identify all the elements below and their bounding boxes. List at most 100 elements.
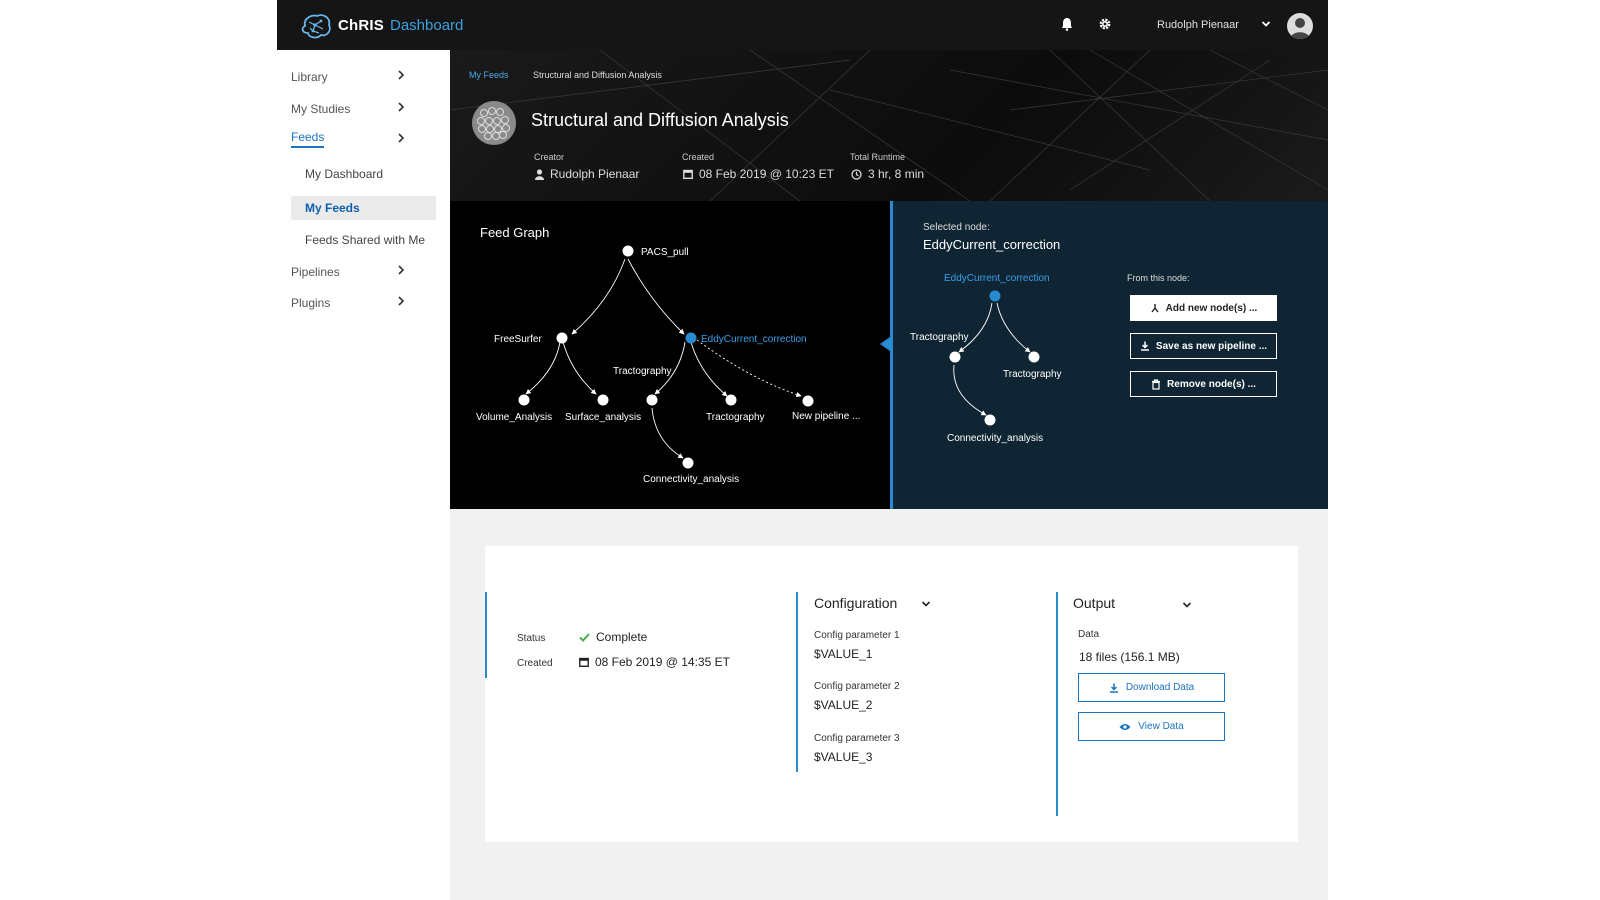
node-label: Volume_Analysis bbox=[476, 412, 552, 423]
chevron-down-icon[interactable] bbox=[1182, 601, 1192, 609]
download-data-button[interactable]: Download Data bbox=[1078, 673, 1225, 702]
clock-icon bbox=[851, 168, 862, 180]
subtree-label: Tractography bbox=[910, 332, 969, 343]
page-title: Structural and Diffusion Analysis bbox=[531, 110, 789, 130]
trash-icon bbox=[1152, 378, 1161, 390]
creator-label: Creator bbox=[534, 152, 565, 162]
add-node-button[interactable]: Add new node(s) ... bbox=[1130, 295, 1277, 321]
node-label: Connectivity_analysis bbox=[643, 474, 739, 485]
node-label: FreeSurfer bbox=[494, 334, 542, 345]
view-data-button[interactable]: View Data bbox=[1078, 712, 1225, 741]
chevron-down-icon[interactable] bbox=[921, 600, 931, 608]
config-param-value: $VALUE_1 bbox=[814, 647, 873, 661]
sidebar-item-pipelines[interactable]: Pipelines bbox=[291, 265, 340, 279]
creator-value: Rudolph Pienaar bbox=[535, 167, 639, 181]
chevron-right-icon[interactable] bbox=[397, 102, 405, 112]
save-pipeline-label: Save as new pipeline ... bbox=[1155, 340, 1268, 352]
config-accent-bar bbox=[796, 592, 798, 772]
chevron-right-icon[interactable] bbox=[397, 265, 405, 275]
breadcrumb-current: Structural and Diffusion Analysis bbox=[533, 70, 662, 80]
subtree-node bbox=[949, 351, 961, 363]
calendar-icon bbox=[579, 657, 589, 667]
graph-node bbox=[518, 394, 530, 406]
eye-icon bbox=[1119, 723, 1131, 730]
subtree-label: Tractography bbox=[1003, 369, 1062, 380]
config-param-value: $VALUE_3 bbox=[814, 750, 873, 764]
subtree-label: EddyCurrent_correction bbox=[944, 273, 1050, 284]
created-label: Created bbox=[682, 152, 715, 162]
graph-node bbox=[646, 394, 658, 406]
from-node-label: From this node: bbox=[1127, 273, 1190, 283]
created-date: 08 Feb 2019 @ 10:23 ET bbox=[699, 167, 834, 181]
config-param-label: Config parameter 3 bbox=[814, 733, 900, 744]
node-label: EddyCurrent_correction bbox=[701, 334, 807, 345]
save-pipeline-button[interactable]: Save as new pipeline ... bbox=[1130, 333, 1277, 359]
sidebar-item-library[interactable]: Library bbox=[291, 70, 328, 84]
chevron-right-icon[interactable] bbox=[397, 70, 405, 80]
node-label: PACS_pull bbox=[641, 247, 689, 258]
calendar-icon bbox=[683, 169, 693, 179]
chevron-right-icon[interactable] bbox=[397, 133, 405, 143]
status-value: Complete bbox=[579, 630, 647, 644]
brand-subtitle[interactable]: Dashboard bbox=[390, 17, 463, 34]
subtree-canvas: EddyCurrent_correction Tractography Trac… bbox=[910, 273, 1062, 444]
node-label: New pipeline ... bbox=[792, 411, 860, 422]
download-icon bbox=[1109, 683, 1118, 693]
download-icon bbox=[1140, 341, 1149, 351]
selected-node-name: EddyCurrent_correction bbox=[923, 237, 1061, 252]
sidebar-item-feeds[interactable]: Feeds bbox=[291, 130, 325, 148]
config-title[interactable]: Configuration bbox=[814, 595, 897, 611]
feed-header: My Feeds Structural and Diffusion Analys… bbox=[450, 50, 1328, 201]
node-detail-card: Status Complete Created 08 Feb 2019 @ 14… bbox=[485, 546, 1298, 842]
runtime-value: 3 hr, 8 min bbox=[851, 167, 924, 181]
brain-logo-icon[interactable] bbox=[299, 12, 333, 40]
creator-name: Rudolph Pienaar bbox=[550, 167, 640, 181]
user-avatar-icon[interactable] bbox=[1287, 13, 1313, 39]
output-title[interactable]: Output bbox=[1073, 595, 1115, 611]
config-param-label: Config parameter 2 bbox=[814, 681, 900, 692]
gear-icon[interactable] bbox=[1098, 17, 1112, 31]
sidebar-item-my-studies[interactable]: My Studies bbox=[291, 102, 350, 116]
add-node-label: Add new node(s) ... bbox=[1165, 302, 1258, 314]
graph-node bbox=[556, 332, 568, 344]
selection-pointer bbox=[880, 337, 890, 351]
detail-created-value: 08 Feb 2019 @ 14:35 ET bbox=[579, 655, 730, 669]
status-label: Status bbox=[517, 633, 546, 644]
check-icon bbox=[579, 632, 590, 642]
sidebar-subitem-my-feeds[interactable]: My Feeds bbox=[291, 196, 436, 220]
runtime-label: Total Runtime bbox=[850, 152, 906, 162]
graph-node bbox=[597, 394, 609, 406]
top-bar: ChRIS Dashboard Rudolph Pienaar bbox=[277, 0, 1328, 50]
graph-node bbox=[725, 394, 737, 406]
chevron-down-icon[interactable] bbox=[1261, 19, 1271, 29]
status-accent-bar bbox=[485, 592, 487, 678]
created-value: 08 Feb 2019 @ 10:23 ET bbox=[683, 167, 834, 181]
remove-node-button[interactable]: Remove node(s) ... bbox=[1130, 371, 1277, 397]
node-panel: Selected node: EddyCurrent_correction Ed… bbox=[890, 201, 1328, 509]
subtree-node bbox=[1028, 351, 1040, 363]
sidebar-item-plugins[interactable]: Plugins bbox=[291, 296, 330, 310]
detail-created-label: Created bbox=[517, 658, 553, 669]
chevron-right-icon[interactable] bbox=[397, 296, 405, 306]
config-param-label: Config parameter 1 bbox=[814, 630, 900, 641]
remove-node-label: Remove node(s) ... bbox=[1167, 378, 1256, 390]
app-frame: ChRIS Dashboard Rudolph Pienaar Library … bbox=[277, 0, 1328, 900]
sidebar-subitem-feeds-shared[interactable]: Feeds Shared with Me bbox=[291, 228, 436, 252]
graph-canvas: PACS_pull FreeSurfer EddyCurrent_correct… bbox=[476, 245, 860, 485]
sidebar-subitem-my-dashboard[interactable]: My Dashboard bbox=[291, 162, 436, 186]
feed-graph: Feed Graph PACS_pull FreeSurfer EddyCurr… bbox=[450, 201, 890, 509]
bell-icon[interactable] bbox=[1061, 17, 1073, 31]
graph-node bbox=[682, 457, 694, 469]
runtime-text: 3 hr, 8 min bbox=[868, 167, 925, 181]
brand-name[interactable]: ChRIS bbox=[338, 17, 384, 34]
sidebar: Library My Studies Feeds My Dashboard My… bbox=[277, 50, 450, 900]
graph-node bbox=[622, 245, 634, 257]
node-label: Tractography bbox=[706, 412, 765, 423]
output-accent-bar bbox=[1056, 592, 1058, 816]
fork-icon bbox=[1151, 304, 1159, 313]
user-name[interactable]: Rudolph Pienaar bbox=[1157, 19, 1239, 31]
breadcrumb-parent[interactable]: My Feeds bbox=[469, 70, 509, 80]
status-text: Complete bbox=[596, 630, 648, 644]
subtree-node bbox=[984, 414, 996, 426]
data-value: 18 files (156.1 MB) bbox=[1079, 650, 1180, 664]
